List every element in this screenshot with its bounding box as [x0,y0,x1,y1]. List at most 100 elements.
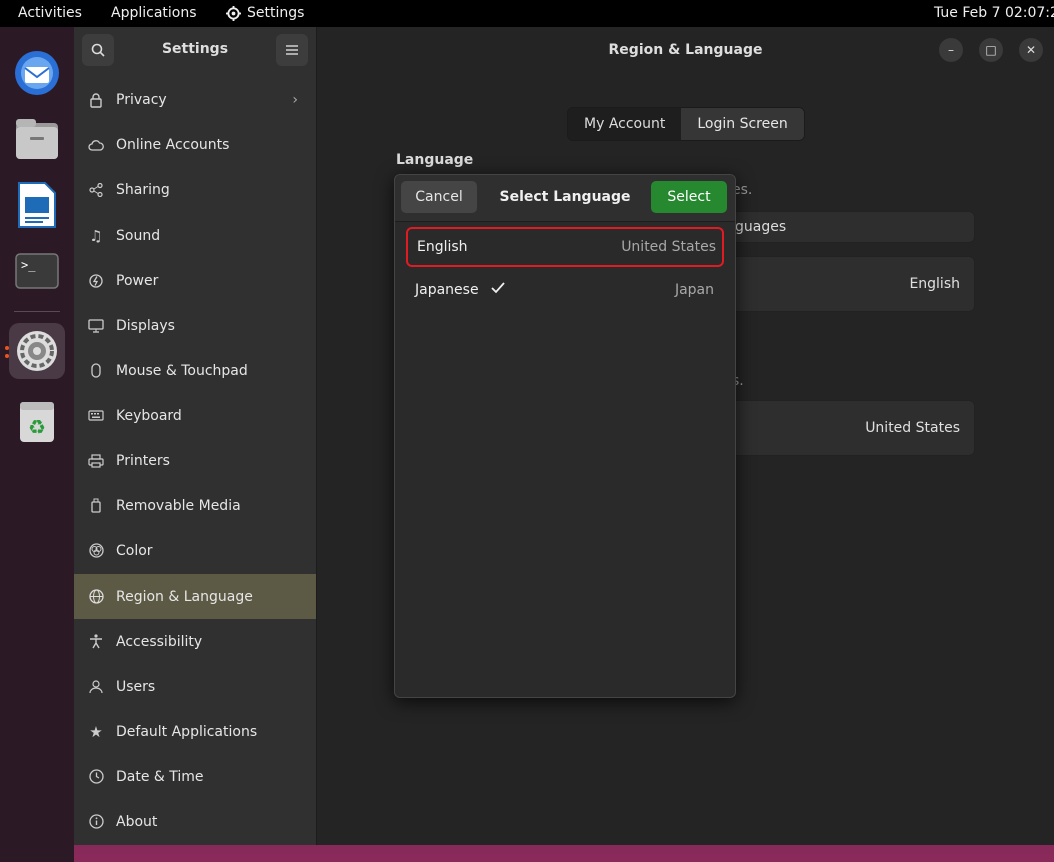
account-switcher: My Account Login Screen [567,107,805,141]
sidebar-item-label: Mouse & Touchpad [116,362,248,379]
mouse-icon [88,363,104,379]
chevron-right-icon: › [292,91,298,108]
manage-languages-button[interactable]: guages [732,211,975,243]
language-region: United States [621,239,716,255]
sidebar-item-label: Displays [116,317,175,334]
minimize-icon: – [948,43,954,57]
gear-icon [226,5,241,21]
maximize-button[interactable]: □ [979,38,1003,62]
sidebar-item-online-accounts[interactable]: Online Accounts [74,122,316,167]
sidebar-item-label: Default Applications [116,723,258,740]
users-icon [88,679,104,695]
language-option-japanese[interactable]: Japanese Japan [406,272,720,308]
tab-login-screen[interactable]: Login Screen [681,108,804,140]
sidebar-item-privacy[interactable]: Privacy › [74,77,316,122]
sidebar-item-users[interactable]: Users [74,664,316,709]
info-icon [88,814,104,830]
close-button[interactable]: ✕ [1019,38,1043,62]
keyboard-icon [88,408,104,424]
sidebar-item-label: Color [116,542,153,559]
activities-button[interactable]: Activities [18,5,82,21]
power-icon [88,273,104,289]
main-menu-button[interactable] [276,34,308,66]
share-icon [88,182,104,198]
lock-icon [88,92,104,108]
sidebar-item-label: Date & Time [116,768,204,785]
clock[interactable]: Tue Feb 7 02:07:2 [934,5,1054,21]
trash-icon: ♻ [20,402,54,442]
terminal-icon: >_ [15,253,59,289]
globe-icon [88,589,104,605]
language-heading: Language [396,152,474,168]
sidebar-header: Settings [74,27,316,73]
language-option-english[interactable]: English United States [406,227,724,267]
sidebar-item-keyboard[interactable]: Keyboard [74,393,316,438]
sidebar-item-label: About [116,813,158,830]
dock-writer[interactable] [9,177,65,233]
app-menu-settings[interactable]: Settings [226,5,304,21]
dock-settings[interactable] [9,323,65,379]
sidebar-item-color[interactable]: Color [74,528,316,573]
dock-files[interactable] [9,111,65,167]
sidebar-item-power[interactable]: Power [74,258,316,303]
tab-my-account[interactable]: My Account [568,108,682,140]
dock-trash[interactable]: ♻ [9,393,65,449]
sidebar-item-label: Power [116,272,159,289]
select-language-dialog: Cancel Select Language Select English Un… [394,174,736,698]
manage-languages-label: guages [735,219,787,235]
dock: >_ ♻ [0,27,74,862]
color-icon [88,543,104,559]
top-bar: Activities Applications Settings Tue Feb… [0,0,1054,27]
clock-icon [88,769,104,785]
applications-menu[interactable]: Applications [111,5,197,21]
dock-thunderbird[interactable] [9,45,65,101]
language-value: English [909,276,960,292]
sidebar-item-label: Sharing [116,181,170,198]
sidebar-item-label: Online Accounts [116,136,230,153]
sidebar-item-region-language[interactable]: Region & Language [74,574,316,619]
sidebar-item-about[interactable]: About [74,799,316,844]
sidebar-item-label: Sound [116,227,161,244]
sidebar-item-label: Removable Media [116,497,241,514]
sidebar-item-date-time[interactable]: Date & Time [74,754,316,799]
app-menu-label: Settings [247,5,305,21]
sidebar-item-sound[interactable]: ♫ Sound [74,213,316,258]
running-indicator [5,354,9,358]
language-row[interactable]: English [732,256,975,312]
sidebar-item-label: Printers [116,452,170,469]
sidebar-item-printers[interactable]: Printers [74,438,316,483]
formats-value: United States [865,420,960,436]
sidebar-item-accessibility[interactable]: Accessibility [74,619,316,664]
close-icon: ✕ [1025,43,1037,57]
libreoffice-writer-icon [18,182,56,228]
sidebar-item-mouse-touchpad[interactable]: Mouse & Touchpad [74,348,316,393]
sidebar-item-label: Region & Language [116,588,253,605]
accessibility-icon [88,634,104,650]
sidebar-item-displays[interactable]: Displays [74,303,316,348]
usb-drive-icon [88,498,104,514]
thunderbird-icon [15,51,59,95]
dock-terminal[interactable]: >_ [9,243,65,299]
language-region: Japan [674,282,714,298]
sidebar-item-label: Keyboard [116,407,182,424]
svg-text:♻: ♻ [28,415,46,439]
display-icon [88,318,104,334]
sidebar-item-default-applications[interactable]: ★ Default Applications [74,709,316,754]
settings-icon [17,331,57,371]
select-button[interactable]: Select [651,181,727,213]
files-icon [16,119,58,159]
formats-row[interactable]: United States [732,400,975,456]
language-name: English [417,239,468,255]
hamburger-menu-icon [286,45,298,55]
cancel-button[interactable]: Cancel [401,181,477,213]
sidebar-item-removable-media[interactable]: Removable Media [74,483,316,528]
checkmark-icon [490,282,505,298]
printer-icon [88,453,104,469]
cloud-icon [88,137,104,153]
sidebar-item-label: Privacy [116,91,167,108]
language-name: Japanese [415,282,479,298]
minimize-button[interactable]: – [939,38,963,62]
sidebar: Settings Privacy › Online Accounts Shari… [74,27,316,845]
svg-text:>_: >_ [21,258,36,272]
sidebar-item-sharing[interactable]: Sharing [74,167,316,212]
